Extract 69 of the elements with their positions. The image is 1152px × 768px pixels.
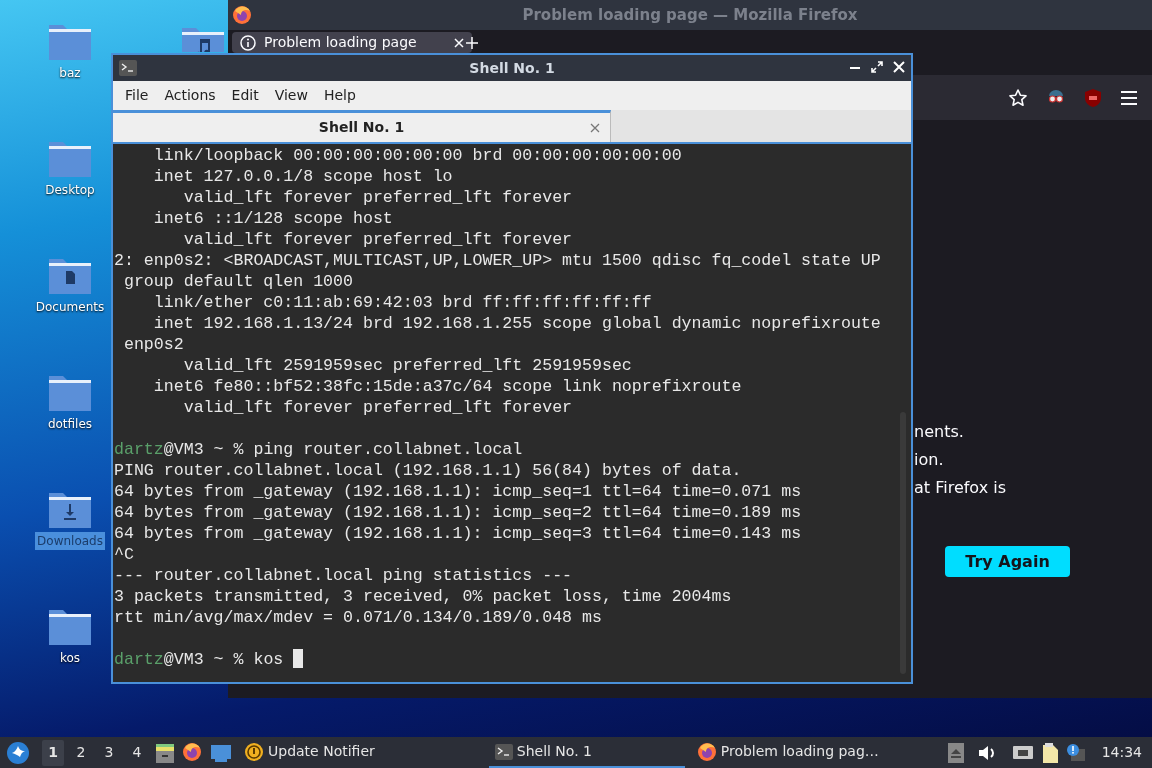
terminal-line: PING router.collabnet.local (192.168.1.1) 56(84) bytes of data. — [114, 460, 743, 481]
window-title: Problem loading page — Mozilla Firefox — [522, 4, 858, 26]
terminal-line: valid_lft 2591959sec preferred_lft 2591959sec — [182, 355, 633, 376]
menu-icon[interactable] — [1120, 89, 1138, 106]
firefox-icon — [696, 741, 717, 762]
firefox-icon — [232, 5, 252, 25]
terminal-line: valid_lft forever preferred_lft forever — [182, 229, 574, 250]
download-folder-icon[interactable] — [49, 490, 91, 528]
menu-item[interactable]: File — [117, 83, 157, 108]
update-notifier-launcher[interactable]: Update Notifier — [238, 737, 381, 768]
terminal-line: 64 bytes from _gateway (192.168.1.1): icmp_seq=1 ttl=64 time=0.071 ms — [114, 481, 803, 502]
icon-label[interactable]: kos — [57, 649, 83, 667]
shield-extension-icon[interactable] — [1084, 87, 1102, 108]
terminal-line: 64 bytes from _gateway (192.168.1.1): icmp_seq=2 ttl=64 time=0.189 ms — [114, 502, 803, 523]
terminal-line: inet 192.168.1.13/24 brd 192.168.1.255 scope global dynamic noprefixroute — [152, 313, 882, 334]
maximize-icon[interactable] — [871, 61, 883, 73]
workspace-button[interactable]: 3 — [98, 739, 120, 766]
page-text: at Firefox is — [914, 477, 1006, 499]
window-title: Shell No. 1 — [469, 58, 555, 78]
prompt-line: dartz@VM3 ~ % kos — [114, 649, 911, 670]
try-again-button[interactable]: Try Again — [945, 546, 1070, 577]
music-folder-icon[interactable] — [182, 25, 224, 52]
terminal-line: inet6 ::1/128 scope host — [152, 208, 394, 229]
workspace-button[interactable]: 2 — [70, 739, 92, 766]
terminal-tab[interactable]: Shell No. 1 — [113, 110, 611, 142]
menu-item[interactable]: Edit — [223, 83, 267, 108]
star-icon[interactable] — [1008, 87, 1028, 108]
notification-icon[interactable] — [1065, 742, 1086, 763]
terminal-line: link/loopback 00:00:00:00:00:00 brd 00:00:00:00:00:00 — [152, 145, 683, 166]
terminal-line: inet6 fe80::bf52:38fc:15de:a37c/64 scope link noprefixroute — [152, 376, 743, 397]
terminal-line: inet 127.0.0.1/8 scope host lo — [152, 166, 454, 187]
prompt-line: dartz@VM3 ~ % ping router.collabnet.local — [114, 439, 524, 460]
taskbar-task[interactable]: Problem loading pag… — [690, 737, 887, 768]
update-icon — [244, 741, 264, 762]
file-cabinet-icon[interactable] — [154, 741, 176, 764]
terminal-line: valid_lft forever preferred_lft forever — [182, 397, 574, 418]
menu-item[interactable]: Actions — [156, 83, 224, 108]
icon-label[interactable]: Documents — [33, 298, 107, 316]
firefox-icon[interactable] — [182, 741, 204, 764]
terminal-line: 64 bytes from _gateway (192.168.1.1): icmp_seq=3 ttl=64 time=0.143 ms — [114, 523, 803, 544]
show-desktop-icon[interactable] — [210, 742, 232, 763]
terminal-line: rtt min/avg/max/mdev = 0.071/0.134/0.189/0.048 ms — [114, 607, 603, 628]
new-tab-icon[interactable] — [466, 37, 478, 49]
taskbar-task[interactable]: Shell No. 1 — [488, 737, 685, 768]
page-text: nents. — [914, 421, 965, 443]
menu-item[interactable]: View — [266, 83, 316, 108]
terminal-line: ^C — [114, 544, 135, 565]
terminal-line: enp0s2 — [122, 334, 185, 355]
terminal-line: 2: enp0s2: <BROADCAST,MULTICAST,UP,LOWER_UP> mtu 1500 qdisc fq_codel state UP — [114, 250, 882, 271]
workspace-button[interactable]: 4 — [126, 739, 148, 766]
clock: 14:34 — [1101, 743, 1142, 762]
eject-icon[interactable] — [947, 742, 964, 763]
menu-item[interactable]: Help — [315, 83, 364, 108]
info-icon — [240, 34, 256, 51]
terminal-line: 3 packets transmitted, 3 received, 0% packet loss, time 2004ms — [114, 586, 733, 607]
terminal-line: link/ether c0:11:ab:69:42:03 brd ff:ff:ff:ff:ff:ff — [152, 292, 653, 313]
terminal-line: --- router.collabnet.local ping statistics --- — [114, 565, 574, 586]
folder-icon[interactable] — [49, 607, 91, 645]
terminal-line: valid_lft forever preferred_lft forever — [182, 187, 574, 208]
terminal-line: group default qlen 1000 — [122, 271, 354, 292]
folder-icon[interactable] — [49, 373, 91, 411]
terminal-icon — [494, 743, 513, 760]
workspace-button[interactable]: 1 — [42, 739, 64, 766]
page-text: ion. — [914, 449, 945, 471]
document-folder-icon[interactable] — [49, 256, 91, 294]
icon-label[interactable]: dotfiles — [45, 415, 95, 433]
browser-tab[interactable]: Problem loading page — [232, 32, 472, 53]
network-icon[interactable] — [1011, 743, 1034, 762]
terminal-icon — [119, 60, 137, 76]
